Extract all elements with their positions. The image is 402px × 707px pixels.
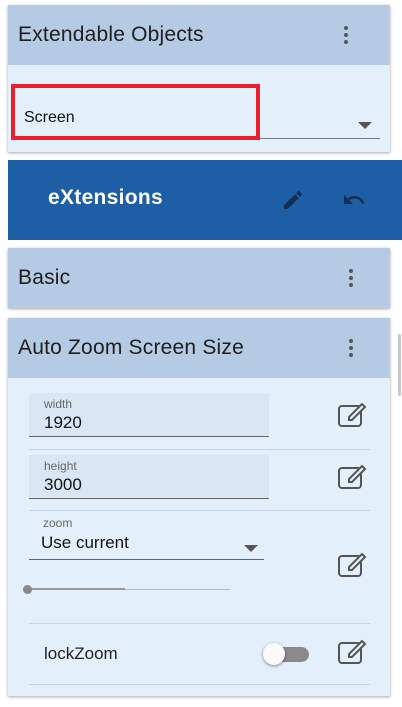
auto-zoom-title: Auto Zoom Screen Size — [18, 336, 244, 359]
zoom-slider[interactable] — [23, 585, 230, 595]
extensions-title: eXtensions — [48, 186, 164, 209]
row-divider — [29, 449, 370, 450]
edit-note-icon[interactable] — [337, 402, 369, 430]
dropdown-arrow-icon — [244, 540, 258, 558]
highlight-box — [11, 84, 260, 140]
extendable-objects-title: Extendable Objects — [18, 23, 204, 46]
more-vert-icon[interactable] — [334, 23, 358, 47]
width-value: 1920 — [44, 413, 82, 432]
zoom-value: Use current — [41, 533, 129, 552]
width-label: width — [44, 397, 73, 411]
basic-title: Basic — [18, 266, 71, 289]
edit-note-icon[interactable] — [337, 552, 369, 580]
basic-panel[interactable]: Basic — [8, 248, 390, 308]
zoom-slider-track-active — [27, 588, 125, 590]
more-vert-icon[interactable] — [339, 266, 363, 290]
scrollbar-thumb[interactable] — [398, 334, 401, 396]
row-divider — [29, 510, 370, 511]
extendable-objects-panel: Extendable Objects Screen — [8, 5, 390, 152]
dropdown-arrow-icon — [358, 117, 372, 135]
edit-note-icon[interactable] — [337, 464, 369, 492]
pencil-icon[interactable] — [281, 188, 305, 217]
height-value: 3000 — [44, 475, 82, 494]
extensions-bar: eXtensions — [8, 160, 402, 240]
zoom-label: zoom — [43, 516, 73, 530]
lockzoom-toggle[interactable] — [263, 642, 311, 666]
zoom-slider-thumb[interactable] — [23, 585, 32, 594]
lockzoom-label: lockZoom — [44, 644, 118, 663]
zoom-select[interactable]: zoom Use current — [29, 514, 264, 560]
auto-zoom-header: Auto Zoom Screen Size — [8, 318, 390, 378]
row-divider — [29, 623, 370, 624]
height-label: height — [44, 459, 77, 473]
width-field[interactable]: width 1920 — [29, 393, 269, 437]
basic-header: Basic — [8, 248, 390, 308]
undo-icon[interactable] — [341, 188, 367, 217]
row-divider — [29, 684, 370, 685]
edit-note-icon[interactable] — [337, 639, 369, 667]
more-vert-icon[interactable] — [339, 336, 363, 360]
height-field[interactable]: height 3000 — [29, 455, 269, 499]
lockzoom-toggle-knob — [263, 643, 285, 665]
extendable-objects-header: Extendable Objects — [8, 5, 390, 65]
auto-zoom-panel: Auto Zoom Screen Size width 1920 height … — [8, 318, 390, 696]
